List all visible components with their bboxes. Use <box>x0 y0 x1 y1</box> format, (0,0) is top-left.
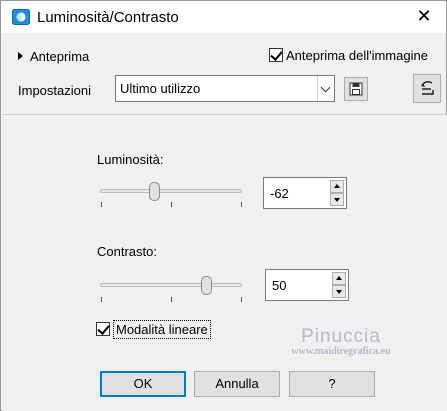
spin-up-icon[interactable] <box>330 180 344 193</box>
dialog-window: Luminosità/Contrasto ✕ Anteprima Antepri… <box>0 0 447 411</box>
cancel-button[interactable]: Annulla <box>194 371 280 397</box>
help-button[interactable]: ? <box>289 371 375 397</box>
contrast-label: Contrasto: <box>97 244 157 259</box>
preview-expander[interactable]: Anteprima <box>18 49 89 64</box>
brightness-spinbox[interactable]: -62 <box>263 177 347 209</box>
brightness-value[interactable]: -62 <box>270 186 289 201</box>
slider-tick <box>101 202 102 207</box>
contrast-value[interactable]: 50 <box>272 278 286 293</box>
app-icon <box>12 9 30 25</box>
spin-up-icon[interactable] <box>332 272 346 285</box>
close-icon[interactable]: ✕ <box>412 5 436 29</box>
slider-tick <box>171 202 172 207</box>
spin-down-icon[interactable] <box>330 193 344 206</box>
contrast-slider-thumb[interactable] <box>201 276 212 295</box>
slider-tick <box>171 297 172 302</box>
preview-image-label: Anteprima dell'immagine <box>286 47 428 63</box>
title-bar: Luminosità/Contrasto ✕ <box>1 1 446 33</box>
preset-value: Ultimo utilizzo <box>120 81 201 96</box>
watermark-name: Pinuccia <box>301 326 381 347</box>
window-title: Luminosità/Contrasto <box>37 9 179 26</box>
save-preset-button[interactable] <box>344 77 368 101</box>
checkbox-checked-icon <box>96 322 110 336</box>
slider-tick <box>241 202 242 207</box>
checkbox-checked-icon <box>269 48 283 62</box>
preview-expander-label: Anteprima <box>30 49 90 64</box>
expand-arrow-icon <box>18 52 23 60</box>
linear-mode-label: Modalità lineare <box>113 319 211 339</box>
ok-button[interactable]: OK <box>100 371 186 397</box>
floppy-disk-icon <box>349 82 363 96</box>
settings-label: Impostazioni <box>18 83 91 98</box>
watermark: Pinuccia www.maidiregrafica.eu <box>271 326 411 357</box>
preset-select[interactable]: Ultimo utilizzo <box>115 75 335 102</box>
watermark-url: www.maidiregrafica.eu <box>291 346 391 357</box>
chevron-down-icon[interactable] <box>317 76 334 101</box>
slider-tick <box>101 297 102 302</box>
reset-button[interactable] <box>413 74 441 103</box>
brightness-slider-thumb[interactable] <box>148 182 160 201</box>
preview-image-checkbox[interactable]: Anteprima dell'immagine <box>269 46 428 64</box>
settings-panel <box>2 114 447 411</box>
brightness-label: Luminosità: <box>97 152 164 167</box>
brightness-slider-track[interactable] <box>100 189 242 193</box>
linear-mode-checkbox[interactable]: Modalità lineare <box>96 319 211 339</box>
contrast-slider-track[interactable] <box>100 283 242 287</box>
reset-arrow-icon <box>421 80 434 95</box>
spin-down-icon[interactable] <box>332 285 346 298</box>
contrast-spinbox[interactable]: 50 <box>265 269 349 301</box>
slider-tick <box>241 297 242 302</box>
